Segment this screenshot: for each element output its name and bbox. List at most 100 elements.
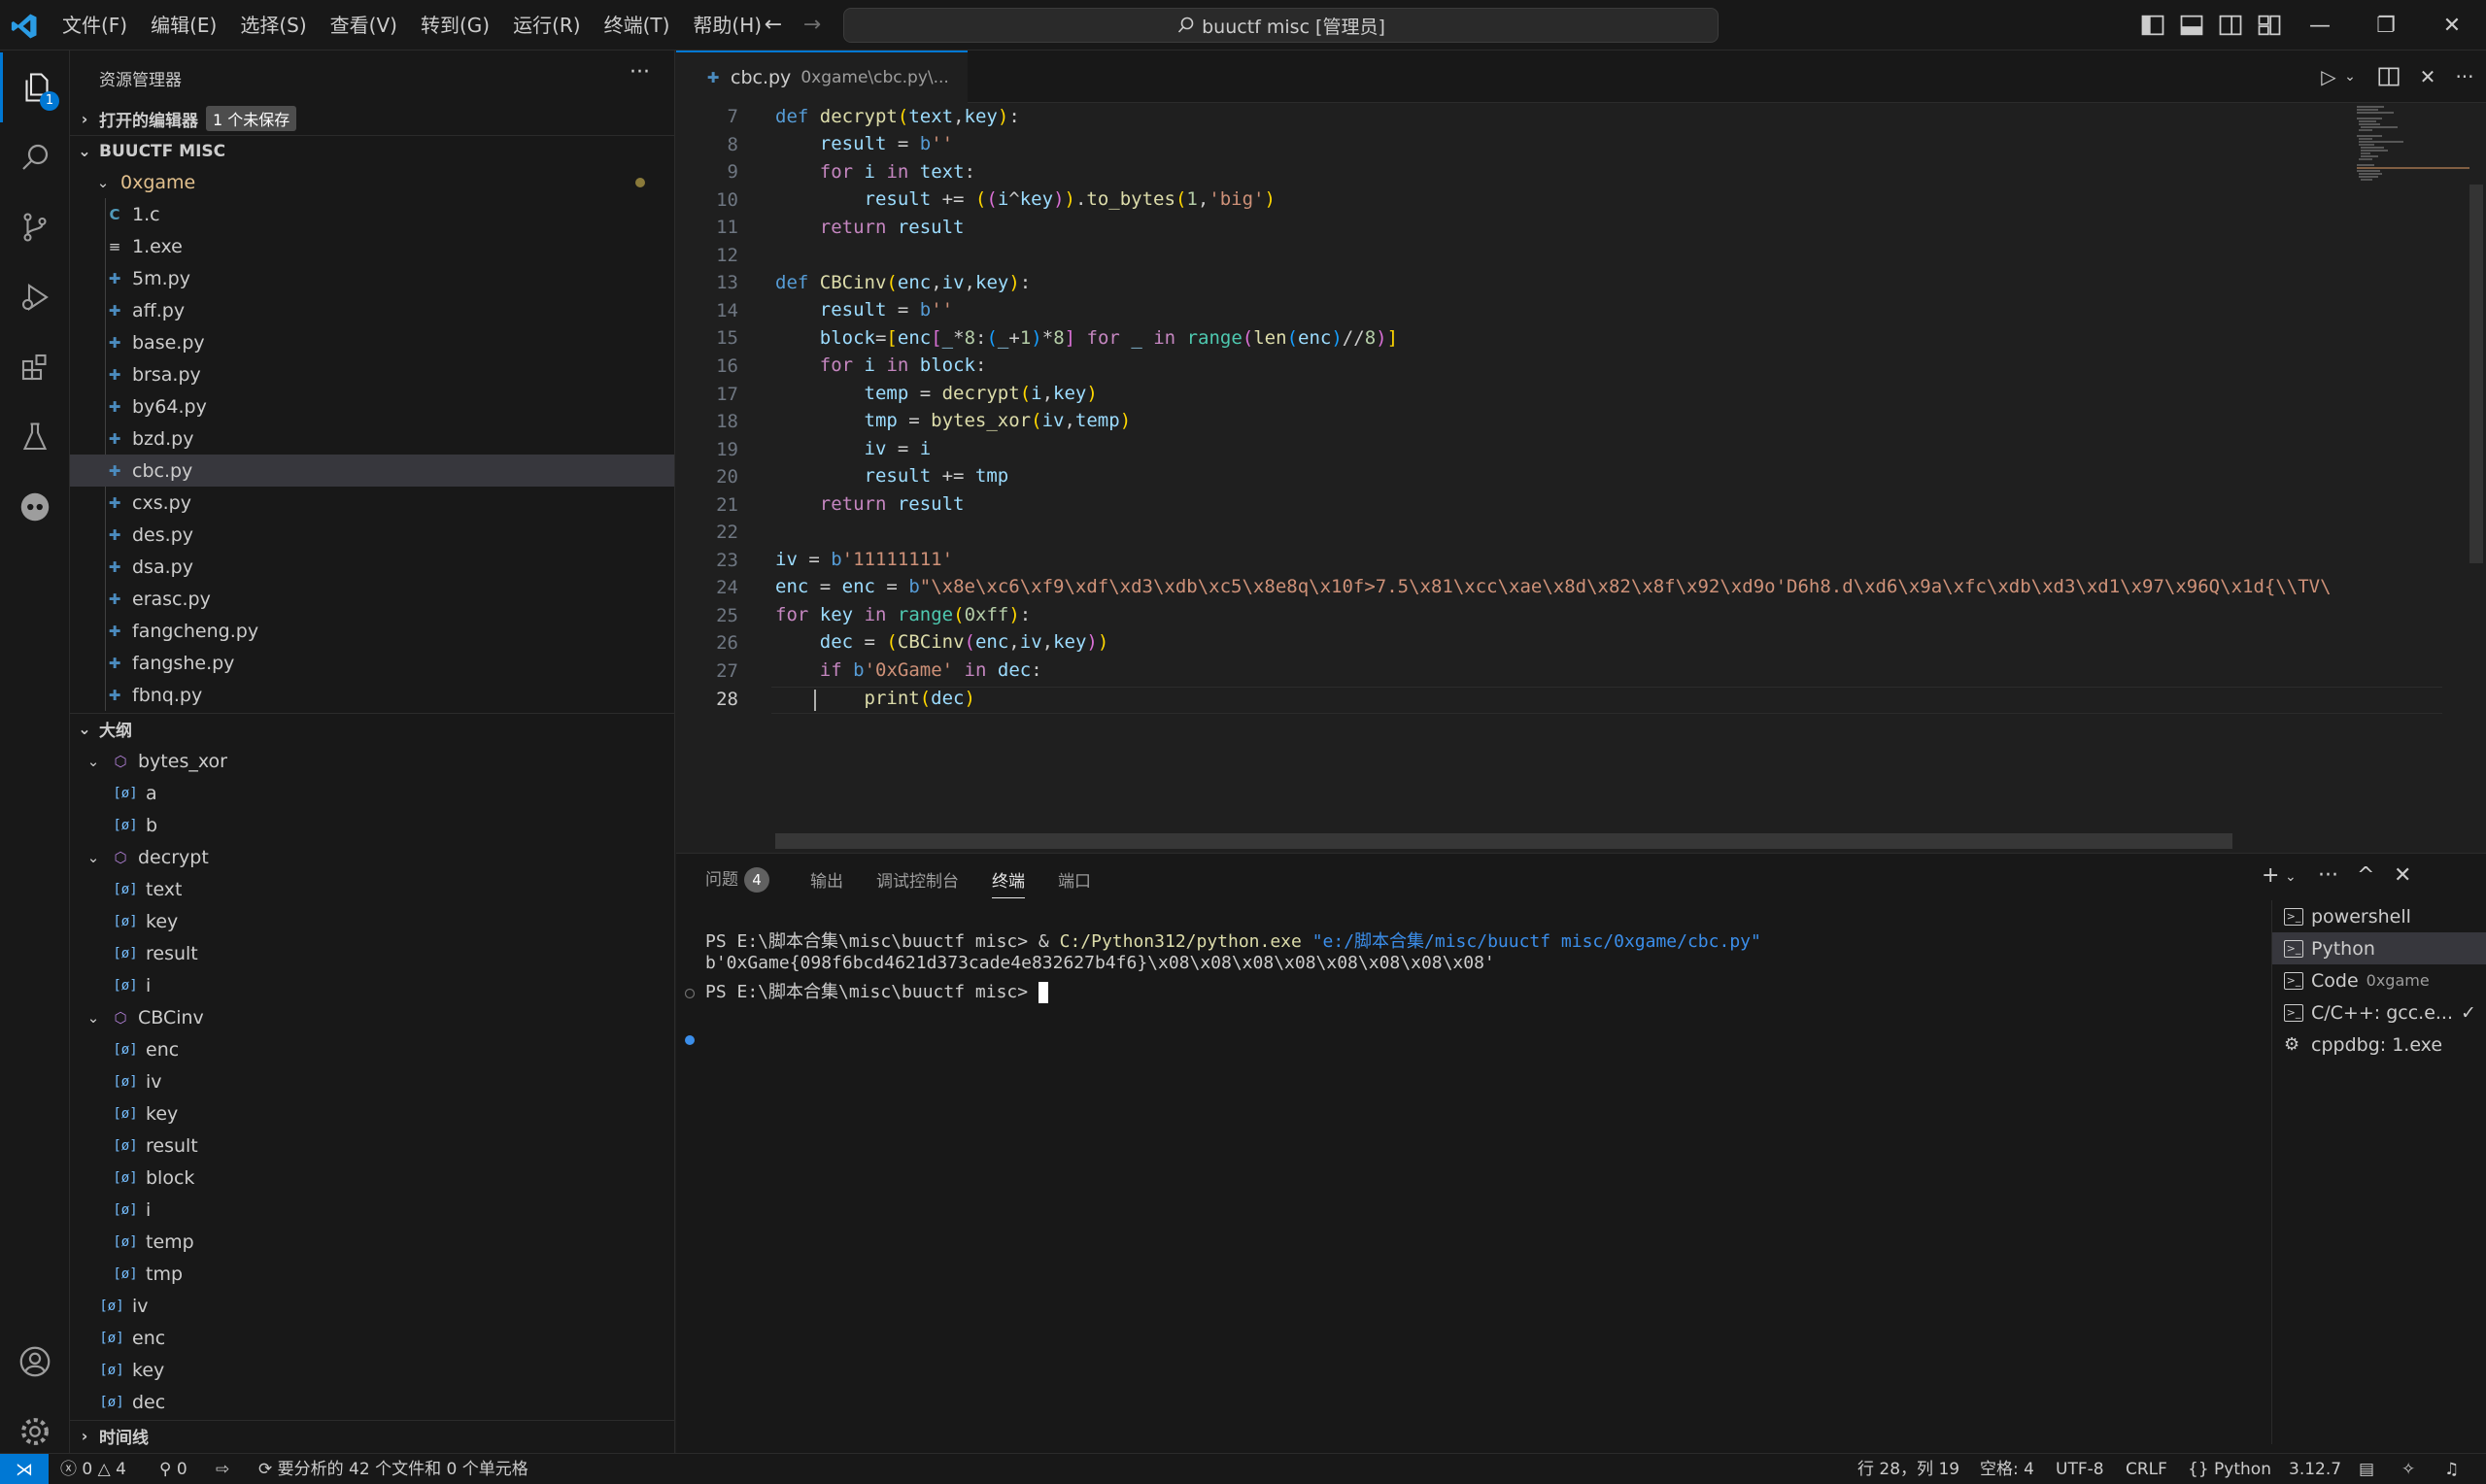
file-item[interactable]: ✚ base.py [70,326,674,358]
outline-item[interactable]: [ø] iv [70,1065,674,1097]
file-item[interactable]: ✚ dsa.py [70,551,674,583]
outline-item[interactable]: [ø] b [70,809,674,841]
analysis-status[interactable]: ⟳ 要分析的 42 个文件和 0 个单元格 [258,1454,528,1484]
chevron-down-icon[interactable]: ⌄ [2337,64,2363,89]
explorer-button[interactable]: 1 [0,52,70,122]
file-item[interactable]: ✚ cxs.py [70,487,674,519]
menu-edit[interactable]: 编辑(E) [139,0,228,51]
toggle-primary-sidebar-icon[interactable] [2139,12,2166,39]
outline-item[interactable]: [ø] enc [70,1322,674,1354]
toggle-panel-icon[interactable] [2178,12,2205,39]
split-editor-icon[interactable] [2376,64,2401,89]
more-actions-icon[interactable]: ··· [2452,64,2477,89]
file-item[interactable]: ✚ cbc.py [70,455,674,487]
open-editors-section[interactable]: › 打开的编辑器 1 个未保存 [70,103,674,134]
outline-item[interactable]: [ø] iv [70,1290,674,1322]
file-item[interactable]: ≡ 1.exe [70,230,674,262]
python-version[interactable]: 3.12.7 [2289,1454,2341,1484]
outline-item[interactable]: [ø] block [70,1162,674,1194]
tab-ports[interactable]: 端口 [1058,867,1091,892]
minimize-button[interactable]: — [2291,0,2349,51]
terminal-item-gcc[interactable]: >_ C/C++: gcc.e... ✓ [2272,996,2486,1029]
outline-item[interactable]: [ø] text [70,873,674,905]
outline-item[interactable]: [ø] tmp [70,1258,674,1290]
outline-item[interactable]: [ø] i [70,969,674,1001]
tab-cbc-py[interactable]: ✚ cbc.py 0xgame\cbc.py\... [676,51,968,103]
close-editor-icon[interactable]: ✕ [2415,64,2440,89]
terminal-item-powershell[interactable]: >_ powershell [2272,900,2486,932]
source-control-button[interactable] [0,192,70,262]
outline-item[interactable]: [ø] key [70,905,674,937]
indentation[interactable]: 空格: 4 [1980,1454,2034,1484]
menu-go[interactable]: 转到(G) [409,0,501,51]
github-copilot-button[interactable] [0,472,70,542]
forward-arrow-icon[interactable]: → [799,12,826,39]
file-item[interactable]: ✚ fbnq.py [70,679,674,711]
maximize-panel-icon[interactable]: ^ [2357,863,2374,888]
outline-item[interactable]: [ø] i [70,1194,674,1226]
file-item[interactable]: ✚ bzd.py [70,422,674,455]
timeline-section[interactable]: › 时间线 [70,1420,674,1451]
terminal-item-cppdbg[interactable]: ⚙ cppdbg: 1.exe [2272,1029,2486,1061]
cursor-position[interactable]: 行 28，列 19 [1857,1454,1959,1484]
outline-item[interactable]: ⌄ ⬡ CBCinv [70,1001,674,1033]
workspace-section[interactable]: ⌄ BUUCTF MISC [70,135,674,166]
outline-item[interactable]: ⌄ ⬡ decrypt [70,841,674,873]
outline-item[interactable]: [ø] enc [70,1033,674,1065]
format-icon[interactable]: ▤ [2359,1454,2374,1484]
file-item[interactable]: C 1.c [70,198,674,230]
run-debug-button[interactable] [0,262,70,332]
menu-run[interactable]: 运行(R) [501,0,593,51]
vertical-scrollbar[interactable] [2469,185,2483,563]
tab-debug-console[interactable]: 调试控制台 [876,867,959,892]
copilot-status-icon[interactable]: ✧ [2401,1454,2415,1484]
file-item[interactable]: ✚ fangcheng.py [70,615,674,647]
toggle-secondary-sidebar-icon[interactable] [2217,12,2244,39]
customize-layout-icon[interactable] [2256,12,2283,39]
file-item[interactable]: ✚ des.py [70,519,674,551]
tab-output[interactable]: 输出 [810,867,843,892]
file-item[interactable]: ✚ 5m.py [70,262,674,294]
testing-button[interactable] [0,402,70,472]
encoding[interactable]: UTF-8 [2056,1454,2104,1484]
menu-file[interactable]: 文件(F) [51,0,139,51]
file-item[interactable]: ✚ fangshe.py [70,647,674,679]
outline-item[interactable]: [ø] result [70,937,674,969]
file-item[interactable]: ✚ aff.py [70,294,674,326]
back-arrow-icon[interactable]: ← [760,12,787,39]
new-terminal-icon[interactable]: + [2262,863,2279,888]
extensions-button[interactable] [0,332,70,402]
horizontal-scrollbar[interactable] [775,833,2232,849]
notifications-bell-icon[interactable]: ♫ [2444,1454,2459,1484]
file-item[interactable]: ✚ brsa.py [70,358,674,390]
outline-item[interactable]: [ø] a [70,777,674,809]
tab-terminal[interactable]: 终端 [992,867,1025,898]
close-panel-icon[interactable]: ✕ [2394,863,2411,888]
outline-section[interactable]: ⌄ 大纲 [70,713,674,744]
menu-terminal[interactable]: 终端(T) [593,0,682,51]
file-item[interactable]: ✚ by64.py [70,390,674,422]
terminal-item-code[interactable]: >_ Code 0xgame [2272,964,2486,996]
outline-item[interactable]: [ø] result [70,1130,674,1162]
accounts-button[interactable] [0,1327,70,1397]
file-item[interactable]: ✚ erasc.py [70,583,674,615]
outline-item[interactable]: [ø] key [70,1354,674,1386]
remote-icon[interactable]: ⋊ [0,1454,49,1484]
terminal-item-python[interactable]: >_ Python [2272,932,2486,964]
terminal-output[interactable]: PS E:\脚本合集\misc\buuctf misc> & C:/Python… [676,922,2250,1436]
outline-item[interactable]: ⌄ ⬡ bytes_xor [70,745,674,777]
code-editor[interactable]: 7 8 9 10 11 12 13 14 15 16 17 18 19 20 21 22 23 24 25 26 27 2… [676,103,2486,853]
tab-problems[interactable]: 问题 4 [705,865,769,893]
restore-button[interactable]: ❐ [2357,0,2415,51]
chevron-down-icon[interactable]: ⌄ [2285,869,2297,885]
problems-status[interactable]: ⓧ 0 △ 4 [60,1454,126,1484]
debug-launch-icon[interactable]: ⇨ [216,1454,229,1484]
menu-selection[interactable]: 选择(S) [228,0,318,51]
language-mode[interactable]: {} Python [2188,1454,2271,1484]
more-actions-icon[interactable]: ··· [630,60,650,84]
line-ending[interactable]: CRLF [2126,1454,2167,1484]
search-view-button[interactable] [0,122,70,192]
close-window-button[interactable]: ✕ [2423,0,2481,51]
menu-view[interactable]: 查看(V) [319,0,409,51]
outline-item[interactable]: [ø] key [70,1097,674,1130]
